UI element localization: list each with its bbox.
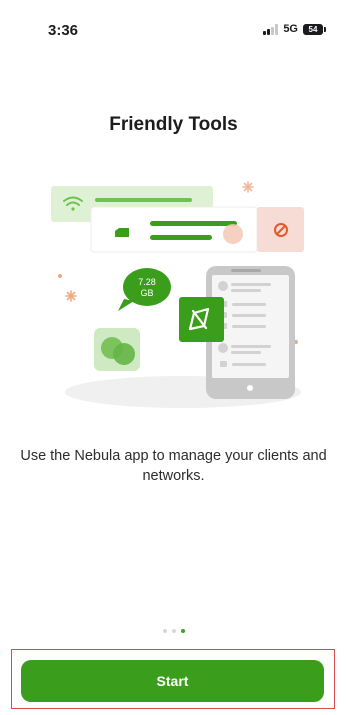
onboarding-description: Use the Nebula app to manage your client… [20,448,327,484]
nebula-app-icon [179,297,224,342]
sparkle-icon [242,181,254,193]
page-title: Friendly Tools [109,114,238,135]
friendly-tools-illustration: 7.28 GB [51,181,304,408]
page-dot [171,629,176,633]
data-badge: 7.28 GB [118,268,171,311]
page-indicator [0,629,347,633]
dot-decoration [58,274,62,278]
status-indicators: 5G 54 [263,23,326,35]
status-time: 3:36 [48,22,79,39]
page-dot-active [180,629,185,633]
data-badge-value: 7.28 [138,277,156,287]
battery-icon: 54 [303,23,326,35]
start-button[interactable]: Start [21,660,324,702]
data-badge-unit: GB [140,288,153,298]
status-bar: 3:36 5G 54 [0,0,347,52]
device-card [90,206,304,253]
client-bubbles [94,328,140,371]
network-type: 5G [283,23,298,35]
page-dot [162,629,167,633]
cellular-signal-icon [263,23,279,35]
sparkle-icon [65,290,77,302]
start-button-highlight: Start [11,649,335,709]
